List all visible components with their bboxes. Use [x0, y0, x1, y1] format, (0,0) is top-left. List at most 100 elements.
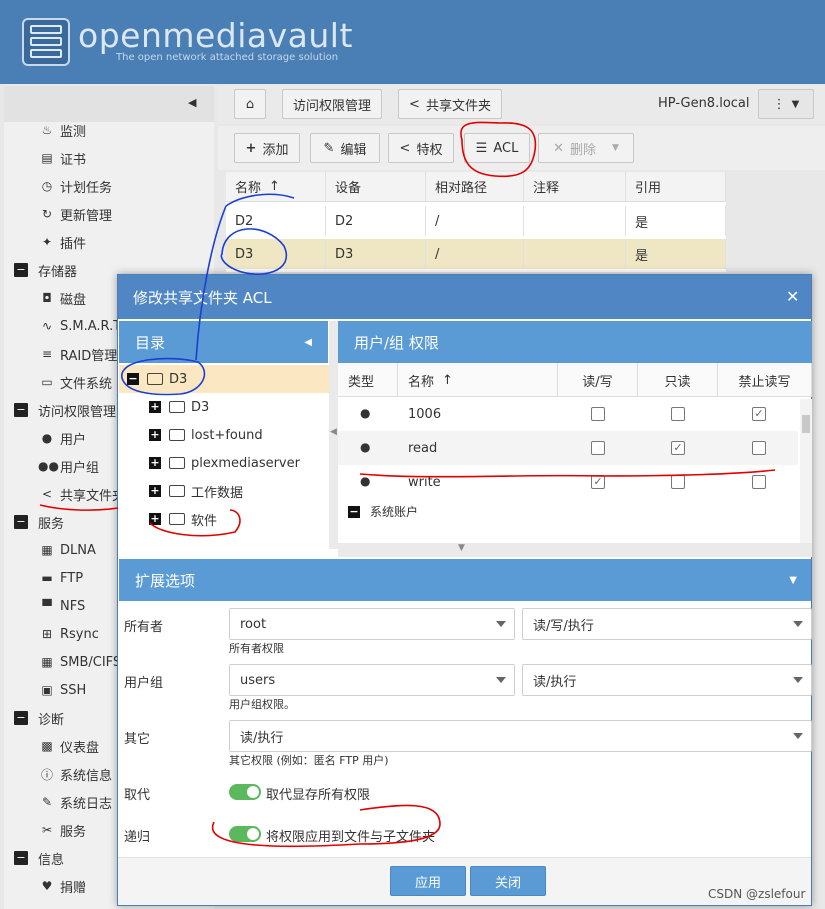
grid-cell[interactable]: D3	[326, 239, 426, 269]
nav-item[interactable]: − 诊断	[14, 704, 64, 732]
nav-item[interactable]: ●● 用户组	[38, 452, 99, 480]
grid-cell[interactable]: /	[426, 206, 524, 236]
close-button[interactable]: 关闭	[470, 866, 546, 896]
collapse-left-icon[interactable]: ◀	[188, 96, 196, 109]
permissions-column-header[interactable]: 读/写	[558, 363, 638, 397]
nav-item[interactable]: ▭ 文件系统	[38, 368, 112, 396]
grid-cell[interactable]: 是	[626, 206, 726, 236]
permissions-column-header[interactable]: 禁止读写	[718, 363, 812, 397]
nav-item[interactable]: ↻ 更新管理	[38, 200, 112, 228]
nav-item[interactable]: ◘ 磁盘	[38, 284, 86, 312]
nav-item[interactable]: − 访问权限管理	[14, 396, 116, 424]
permission-checkbox[interactable]	[752, 475, 766, 489]
close-icon[interactable]: ✕	[786, 287, 799, 306]
tree-node[interactable]: + 工作数据	[119, 477, 329, 505]
collapse-icon: −	[348, 504, 360, 518]
permissions-column-header[interactable]: 类型	[338, 363, 398, 397]
nav-item[interactable]: − 存储器	[14, 256, 77, 284]
nav-item[interactable]: ✂ 服务	[38, 816, 86, 844]
nav-item[interactable]: − 服务	[14, 508, 64, 536]
tree-node[interactable]: + lost+found	[119, 421, 329, 449]
breadcrumb-shared-folders[interactable]: < 共享文件夹	[398, 89, 502, 119]
nav-item[interactable]: ▤ 证书	[38, 144, 86, 172]
owner-select[interactable]: root	[229, 608, 515, 640]
permission-checkbox[interactable]	[591, 441, 605, 455]
permission-checkbox[interactable]	[671, 475, 685, 489]
nav-item[interactable]: ∿ S.M.A.R.T.	[38, 312, 124, 340]
permissions-column-header[interactable]: 只读	[638, 363, 718, 397]
grid-cell[interactable]	[524, 239, 626, 269]
collapse-icon: −	[127, 372, 139, 385]
grid-cell[interactable]: D3	[226, 239, 326, 269]
privileges-button[interactable]: < 特权	[388, 133, 454, 163]
permission-checkbox[interactable]: ✓	[752, 407, 766, 421]
nav-item[interactable]: ▩ 仪表盘	[38, 732, 99, 760]
folder-icon	[169, 513, 185, 525]
nav-item[interactable]: ▣ SSH	[38, 676, 86, 704]
nav-item[interactable]: − 信息	[14, 844, 64, 872]
permission-checkbox[interactable]	[591, 407, 605, 421]
group-hint: 用户组权限。	[229, 698, 295, 711]
splitter[interactable]: ◀	[329, 321, 338, 549]
permission-row[interactable]	[338, 397, 798, 431]
grid-cell[interactable]: D2	[326, 206, 426, 236]
nav-item[interactable]: ⓘ 系统信息	[38, 760, 112, 788]
tree-node-root[interactable]: − D3	[119, 365, 329, 393]
grid-column-header[interactable]: 名称 ↑	[226, 172, 326, 202]
nav-item[interactable]: ◷ 计划任务	[38, 172, 112, 200]
grid-column-header[interactable]: 注释	[524, 172, 626, 202]
nav-item[interactable]: ⊞ Rsync	[38, 620, 99, 648]
group-select[interactable]: users	[229, 664, 515, 696]
nav-item[interactable]: ▦ SMB/CIFS	[38, 648, 121, 676]
edit-button[interactable]: ✎ 编辑	[310, 133, 380, 163]
nav-item[interactable]: ✦ 插件	[38, 228, 86, 256]
shared-folders-grid: 名称 ↑ 设备 相对路径 注释 引用 D2 D2/是 D3 D3/是	[226, 172, 726, 272]
grid-cell[interactable]: D2	[226, 206, 326, 236]
home-button[interactable]: ⌂	[234, 89, 266, 119]
group-permission-select[interactable]: 读/执行	[522, 664, 812, 696]
nav-item[interactable]: ♥ 捐赠	[38, 872, 86, 900]
tree-node[interactable]: + D3	[119, 393, 329, 421]
apply-button[interactable]: 应用	[390, 866, 466, 896]
chevron-down-icon	[496, 677, 506, 683]
permission-checkbox[interactable]	[752, 441, 766, 455]
permission-checkbox[interactable]: ✓	[671, 441, 685, 455]
nav-item[interactable]: ✎ 系统日志	[38, 788, 112, 816]
permission-row[interactable]	[338, 465, 798, 499]
permissions-column-header[interactable]: 名称 ↑	[398, 363, 558, 397]
collapse-left-icon[interactable]: ◀	[304, 337, 312, 348]
grid-column-header[interactable]: 设备	[326, 172, 426, 202]
scrollbar[interactable]	[800, 399, 812, 543]
other-permission-select[interactable]: 读/执行	[229, 720, 812, 752]
breadcrumb-access-rights[interactable]: 访问权限管理	[282, 89, 382, 119]
minus-icon: −	[14, 851, 28, 865]
chevron-down-icon[interactable]: ▼	[789, 575, 797, 586]
grid-column-header[interactable]: 引用	[626, 172, 726, 202]
group-row[interactable]: − 系统账户	[348, 503, 418, 520]
grid-cell[interactable]	[524, 206, 626, 236]
permission-checkbox[interactable]: ✓	[591, 475, 605, 489]
add-button[interactable]: + 添加	[234, 133, 300, 163]
permission-checkbox[interactable]	[671, 407, 685, 421]
nav-item[interactable]: ▀ NFS	[38, 592, 85, 620]
tree-node[interactable]: + 软件	[119, 505, 329, 533]
user-icon: ●	[360, 440, 371, 454]
recursive-toggle[interactable]	[229, 826, 261, 842]
nav-item[interactable]: ♨ 监测	[38, 122, 86, 144]
splitter[interactable]: ▼	[338, 543, 812, 557]
actions-menu-button[interactable]: ⋮ ▼	[758, 89, 814, 119]
nav-item[interactable]: ▦ DLNA	[38, 536, 96, 564]
nav-item[interactable]: ● 用户	[38, 424, 86, 452]
nav-item[interactable]: < 共享文件夹	[38, 480, 125, 508]
permission-row[interactable]	[338, 431, 798, 465]
nav-item[interactable]: ≡ RAID管理	[38, 340, 117, 368]
grid-cell[interactable]: /	[426, 239, 524, 269]
acl-button[interactable]: ☰ ACL	[464, 133, 530, 163]
delete-button[interactable]: ✕ 删除 ▼	[538, 133, 634, 163]
nav-item[interactable]: ▬ FTP	[38, 564, 83, 592]
replace-toggle[interactable]	[229, 784, 261, 800]
grid-cell[interactable]: 是	[626, 239, 726, 269]
grid-column-header[interactable]: 相对路径	[426, 172, 524, 202]
owner-permission-select[interactable]: 读/写/执行	[522, 608, 812, 640]
tree-node[interactable]: + plexmediaserver	[119, 449, 329, 477]
